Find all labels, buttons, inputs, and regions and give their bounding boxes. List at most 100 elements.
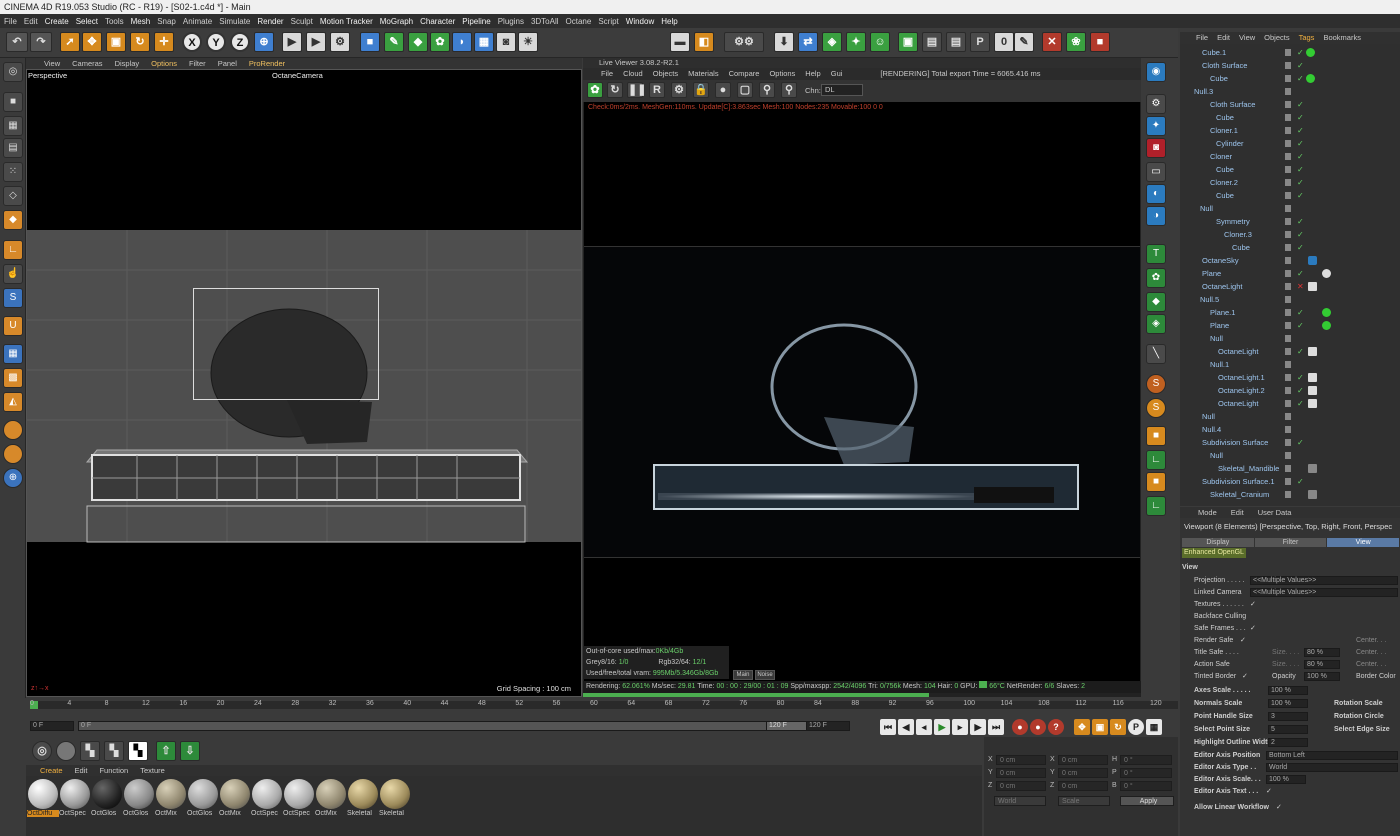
script-icon[interactable]: ✎ [1014,32,1034,52]
menu-mesh[interactable]: Mesh [131,17,151,26]
coord-rot-h[interactable]: 0 ° [1120,755,1172,765]
points-mode-icon[interactable]: ⁙ [3,162,23,182]
menu-character[interactable]: Character [420,17,455,26]
editor-axis-scale-field[interactable]: 100 % [1266,775,1306,784]
floor-icon[interactable]: ▦ [474,32,494,52]
tweak-icon[interactable]: ☝ [3,264,23,284]
om-menu-view[interactable]: View [1239,32,1255,44]
object-row[interactable]: Skeletal_Mandible [1180,462,1400,475]
editor-axis-text-checkbox[interactable]: ✓ [1266,786,1272,797]
undo-button[interactable]: ↶ [6,32,28,52]
coord-size-y[interactable]: 0 cm [1058,768,1108,778]
redo-button[interactable]: ↷ [30,32,52,52]
mat-menu-create[interactable]: Create [40,765,63,776]
lv-menu-compare[interactable]: Compare [729,68,760,80]
render-region-icon[interactable]: R [649,82,665,98]
object-row[interactable]: Cylinder ✓ [1180,137,1400,150]
octane-half-sphere-b-icon[interactable]: ◑ [1146,206,1166,226]
octane-box-icon[interactable]: ◧ [694,32,714,52]
vp-menu-options[interactable]: Options [151,58,177,69]
workplane-grid-icon[interactable]: ▦ [3,344,23,364]
lv-menu-objects[interactable]: Objects [653,68,678,80]
next-frame-icon[interactable]: ▸ [952,719,968,735]
object-row[interactable]: Cloner.3 ✓ [1180,228,1400,241]
menu-pipeline[interactable]: Pipeline [462,17,490,26]
tab-enhanced-opengl[interactable]: Enhanced OpenGL [1182,548,1246,558]
stat-icon[interactable]: 0 [994,32,1014,52]
menu-snap[interactable]: Snap [157,17,176,26]
octane-s-orange-icon[interactable]: S [1146,398,1166,418]
am-menu-edit[interactable]: Edit [1231,507,1244,518]
prev-key-icon[interactable]: ◀ [898,719,914,735]
model-mode-icon[interactable]: ■ [3,92,23,112]
octane-cube-icon[interactable]: ■ [1146,426,1166,446]
material-checker-a-icon[interactable]: ▚ [80,741,100,761]
material-down-icon[interactable]: ⇩ [180,741,200,761]
pick-focus-icon[interactable]: ⚲ [759,82,775,98]
cloner-icon[interactable]: ✿ [430,32,450,52]
normals-scale-field[interactable]: 100 % [1268,699,1308,708]
key-scale-icon[interactable]: ▣ [1092,719,1108,735]
move-tool-icon[interactable]: ✥ [82,32,102,52]
material-swatch[interactable] [60,779,90,809]
object-row[interactable]: Cube ✓ [1180,111,1400,124]
restart-render-icon[interactable]: ↻ [607,82,623,98]
material-swatch[interactable] [92,779,122,809]
axis-x-lock-button[interactable]: X [182,32,202,52]
octane-vdb-icon[interactable]: ◆ [1146,292,1166,312]
material-swatch[interactable] [28,779,58,809]
safe-frames-checkbox[interactable]: ✓ [1250,623,1256,634]
region-box-icon[interactable]: ▢ [737,82,753,98]
tinted-border-checkbox[interactable]: ✓ [1242,671,1248,682]
object-row[interactable]: Cube ✓ [1180,72,1400,85]
material-swatch[interactable] [188,779,218,809]
octane-sky-icon[interactable]: ✦ [1146,116,1166,136]
material-checker-b-icon[interactable]: ▚ [104,741,124,761]
object-row[interactable]: Subdivision Surface.1 ✓ [1180,475,1400,488]
material-checker-c-icon[interactable]: ▚ [128,741,148,761]
menu-help[interactable]: Help [661,17,677,26]
menu-sculpt[interactable]: Sculpt [291,17,313,26]
light-icon[interactable]: ☀ [518,32,538,52]
lv-menu-help[interactable]: Help [805,68,820,80]
octane-null-b-icon[interactable]: ∟ [1146,496,1166,516]
editor-axis-type-select[interactable]: World [1266,763,1398,772]
menu-window[interactable]: Window [626,17,654,26]
object-row[interactable]: Subdivision Surface ✓ [1180,436,1400,449]
object-row[interactable]: Cube ✓ [1180,241,1400,254]
sphere-a-icon[interactable] [3,420,23,440]
locked-workplane-icon[interactable]: ▩ [3,368,23,388]
key-rotation-icon[interactable]: ↻ [1110,719,1126,735]
object-row[interactable]: Plane.1 ✓ [1180,306,1400,319]
menu-mograph[interactable]: MoGraph [380,17,413,26]
octane-proxy-icon[interactable]: ◈ [1146,314,1166,334]
deformer-icon[interactable]: ◗ [452,32,472,52]
main-pass-button[interactable]: Main [733,670,753,680]
magnet-icon[interactable]: U [3,316,23,336]
coord-scale-select[interactable]: Scale [1058,796,1110,806]
octane-half-sphere-icon[interactable]: ◐ [1146,184,1166,204]
scale-tool-icon[interactable]: ▣ [106,32,126,52]
end-frame-field-b[interactable]: 120 F [806,721,850,731]
menu-simulate[interactable]: Simulate [219,17,250,26]
coord-size-x[interactable]: 0 cm [1058,755,1108,765]
material-swatch[interactable] [316,779,346,809]
octane-eye-icon[interactable]: ◉ [1146,62,1166,82]
material-swatch[interactable] [348,779,378,809]
om-menu-tags[interactable]: Tags [1299,32,1315,44]
linked-camera-field[interactable]: <<Multiple Values>> [1250,588,1398,597]
play-icon[interactable]: ▶ [934,719,950,735]
material-ball-icon[interactable]: ● [715,82,731,98]
tag-icon[interactable]: ▣ [898,32,918,52]
axes-scale-field[interactable]: 100 % [1268,686,1308,695]
object-row[interactable]: OctaneLight ✓ [1180,345,1400,358]
menu-animate[interactable]: Animate [183,17,212,26]
lv-menu-file[interactable]: File [601,68,613,80]
vp-menu-view[interactable]: View [44,58,60,69]
material-swatch[interactable] [380,779,410,809]
tab-view[interactable]: View [1327,538,1400,547]
object-row[interactable]: OctaneLight.2 ✓ [1180,384,1400,397]
sphere-b-icon[interactable] [3,444,23,464]
om-menu-edit[interactable]: Edit [1217,32,1230,44]
pen-spline-icon[interactable]: ✎ [384,32,404,52]
